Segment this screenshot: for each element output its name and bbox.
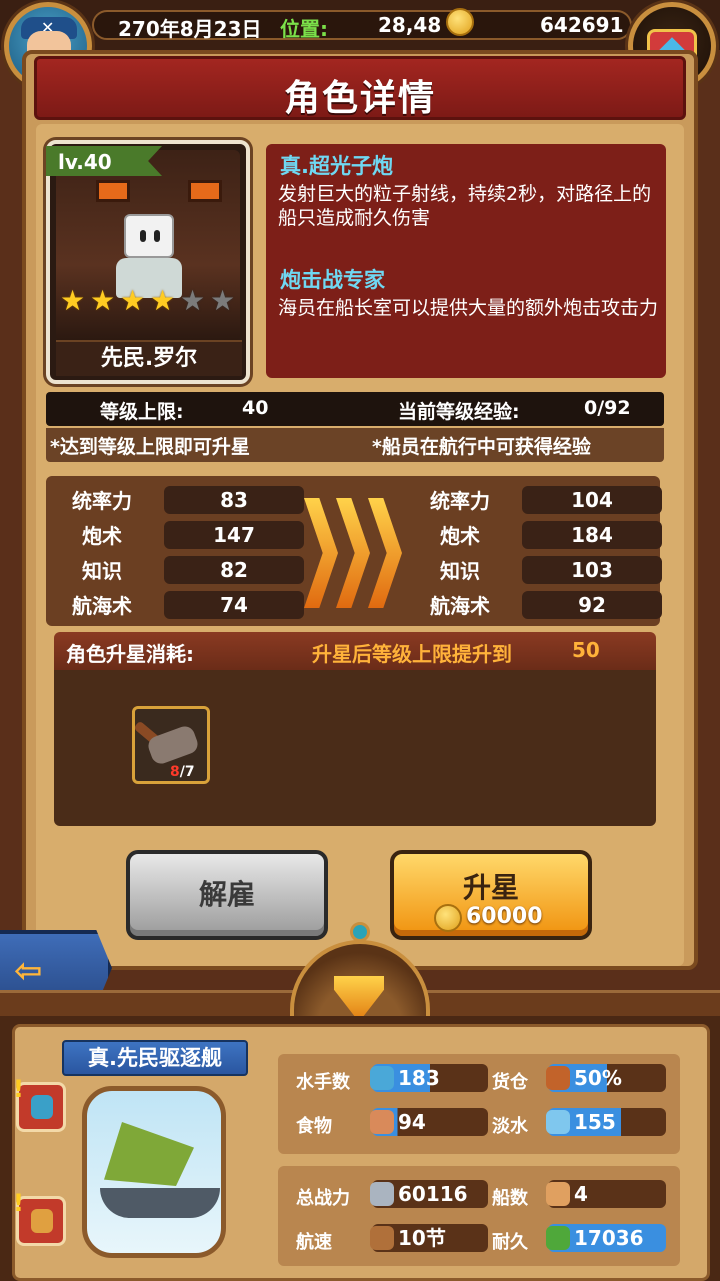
star-filled-icon: ★ [119,284,146,317]
water-label: 淡水 [492,1116,528,1137]
alert-icon: ! [13,1075,24,1103]
ship-icon [31,1209,53,1233]
gold-coin-icon [446,8,474,36]
title-bar: 角色详情 [34,56,686,120]
page-title: 角色详情 [283,78,436,119]
hammer-icon [145,723,201,767]
star-up-button[interactable]: 升星 60000 [390,850,592,940]
sailor-icon [31,1095,53,1119]
ship-count-icon [546,1182,570,1206]
sailors-label: 水手数 [296,1072,350,1093]
crew-button[interactable]: ! [13,1075,66,1132]
gold-amount: 642691 [540,13,624,37]
water-jug-icon [546,1110,570,1134]
stat-label: 知识 [440,559,480,583]
character-name: 先民.罗尔 [56,340,242,376]
material-need: /7 [179,764,195,780]
level-cap-label: 等级上限: [100,401,184,423]
boat-icon [370,1226,394,1250]
cap-after-value: 50 [572,638,600,662]
skill-box: 真.超光子炮 发射巨大的粒子射线，持续2秒，对路径上的船只造成耐久伤害 炮击战专… [266,144,666,378]
material-count: 8/7 [170,764,195,780]
position-label: 位置: [280,17,328,41]
exp-label: 当前等级经验: [398,401,520,423]
character-head [124,214,174,258]
skill-2-description: 海员在船长室可以提供大量的额外炮击攻击力 [278,297,659,319]
star-filled-icon: ★ [89,284,116,317]
gold-coin-icon [434,904,462,932]
stat-value: 184 [522,521,662,549]
hint-star-up: *达到等级上限即可升星 [50,436,250,458]
ships-label: 船数 [492,1188,528,1209]
star-up-label: 升星 [462,871,519,904]
cap-after-label: 升星后等级上限提升到 [312,642,512,666]
level-info-bar: 等级上限: 40 当前等级经验: 0/92 [46,392,664,426]
skill-2-name: 炮击战专家 [280,268,385,292]
stat-label: 统率力 [430,489,490,513]
crossed-swords-icon [370,1182,394,1206]
skill-1-description: 发射巨大的粒子射线，持续2秒，对路径上的船只造成耐久伤害 [278,183,652,229]
repair-icon [546,1226,570,1250]
stat-label: 航海术 [430,594,490,618]
star-filled-icon: ★ [59,284,86,317]
ship-button[interactable]: ! [13,1189,66,1246]
stat-value: 103 [522,556,662,584]
stat-label: 航海术 [72,594,132,618]
stat-label: 炮术 [440,524,480,548]
position-value: 28,48 [378,13,442,37]
ship-hull-icon [100,1188,220,1218]
stat-value: 74 [164,591,304,619]
character-level: lv.40 [58,150,112,174]
cargo-label: 货仓 [492,1072,528,1093]
skill-1-name: 真.超光子炮 [280,154,393,178]
crate-icon [546,1066,570,1090]
stat-value: 82 [164,556,304,584]
exp-value: 0/92 [584,397,631,419]
wheel-knob [350,922,370,942]
level-cap-value: 40 [242,397,269,419]
stat-value: 83 [164,486,304,514]
arrow-left-icon: ⇦ [14,951,43,991]
power-label: 总战力 [296,1188,350,1209]
star-up-cost: 60000 [466,904,543,929]
meat-icon [370,1110,394,1134]
stat-value: 104 [522,486,662,514]
stat-label: 炮术 [82,524,122,548]
stat-value: 147 [164,521,304,549]
ship-name: 真.先民驱逐舰 [62,1040,248,1076]
hint-exp: *船员在航行中可获得经验 [372,436,591,458]
level-hint-bar: *达到等级上限即可升星 *船员在航行中可获得经验 [46,428,664,462]
upgrade-cost-header: 角色升星消耗: 升星后等级上限提升到 50 [54,632,656,670]
durability-label: 耐久 [492,1232,528,1253]
star-filled-icon: ★ [149,284,176,317]
speed-label: 航速 [296,1232,332,1253]
upgrade-cost-label: 角色升星消耗: [66,642,194,666]
sailor-icon [370,1066,394,1090]
dismiss-button[interactable]: 解雇 [126,850,328,940]
stat-value: 92 [522,591,662,619]
cabin-window [188,180,222,202]
stat-label: 统率力 [72,489,132,513]
material-have: 8 [170,764,180,780]
star-empty-icon: ★ [179,284,206,317]
food-label: 食物 [296,1116,332,1137]
game-date: 270年8月23日 [118,17,262,41]
star-rating: ★ ★ ★ ★ ★ ★ [58,286,237,318]
cabin-window [96,180,130,202]
star-empty-icon: ★ [209,284,236,317]
stat-label: 知识 [82,559,122,583]
alert-icon: ! [13,1189,24,1217]
